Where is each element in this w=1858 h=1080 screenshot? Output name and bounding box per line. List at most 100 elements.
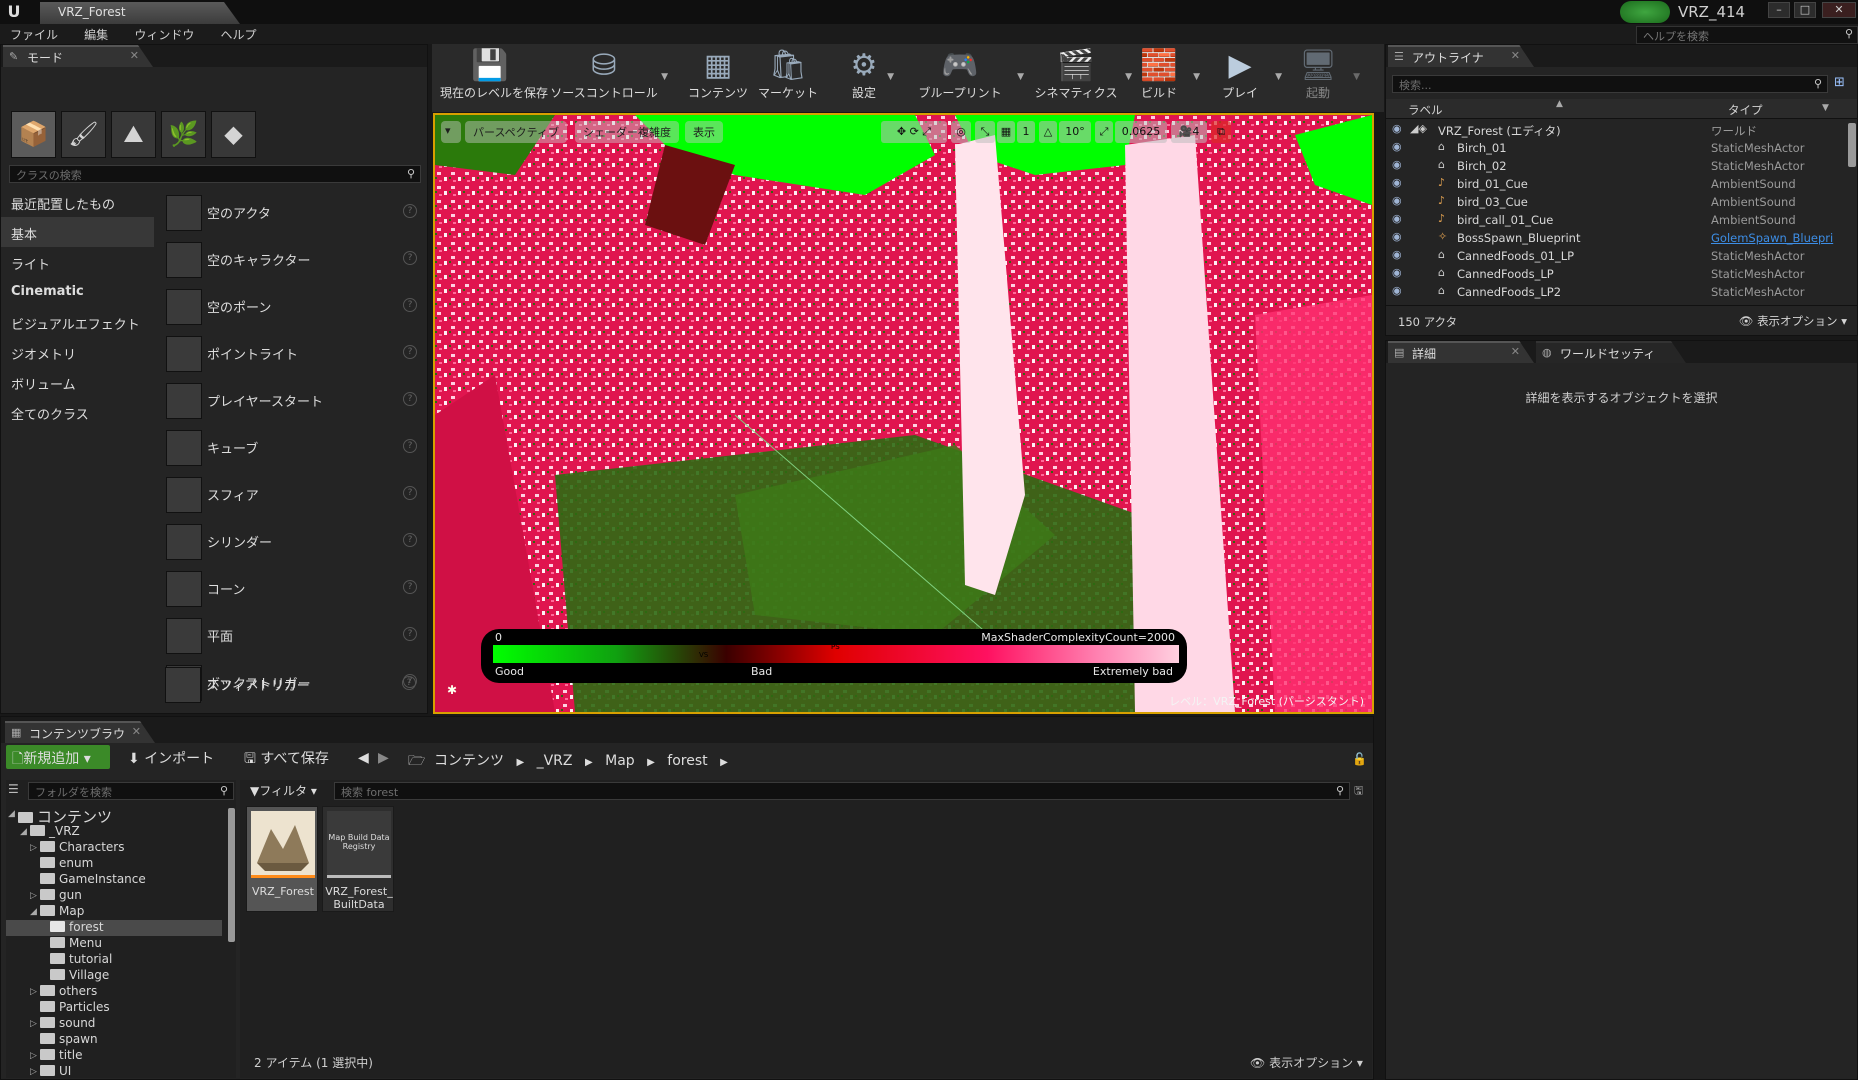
close-window-button[interactable]: ✕	[1822, 2, 1856, 18]
viewport-options-menu[interactable]: ▾	[441, 121, 461, 143]
eye-icon[interactable]: ◉	[1392, 194, 1402, 207]
outliner-row[interactable]: ◉ ♪ bird_01_Cue AmbientSound	[1386, 175, 1846, 193]
maximize-button[interactable]: □	[1794, 2, 1816, 18]
column-label[interactable]: ラベル	[1408, 102, 1443, 118]
help-icon[interactable]: ?	[403, 204, 417, 218]
lock-icon[interactable]: 🔓	[1352, 752, 1367, 766]
help-icon[interactable]: ?	[403, 580, 417, 594]
close-icon[interactable]: ✕	[130, 49, 139, 62]
collapsed-arrow-icon[interactable]: ▷	[30, 891, 37, 901]
scale-snap-value[interactable]: 0.0625	[1115, 121, 1167, 143]
world-local-icon[interactable]: ◎	[951, 121, 971, 143]
source-control-status-icon[interactable]	[1620, 1, 1670, 23]
outliner-row[interactable]: ◉ ⌂ Birch_01 StaticMeshActor	[1386, 139, 1846, 157]
column-type[interactable]: タイプ	[1728, 102, 1763, 118]
source-control-button[interactable]: ⛁ ソースコントロール ▼	[548, 46, 668, 110]
asset-tile-selected[interactable]: VRZ_Forest	[246, 806, 318, 912]
chevron-down-icon[interactable]: ▼	[661, 72, 668, 82]
outliner-search-input[interactable]: 検索... ⚲	[1392, 75, 1828, 93]
cb-view-options-button[interactable]: 👁 表示オプション ▾	[1250, 1054, 1363, 1071]
scale-snap-icon[interactable]: ⤢	[1095, 121, 1113, 143]
breadcrumb-item[interactable]: コンテンツ	[434, 753, 504, 769]
import-button[interactable]: ⬇ インポート	[124, 745, 224, 769]
place-item-point-light[interactable]: ポイントライト?	[161, 331, 427, 377]
help-icon[interactable]: ?	[403, 486, 417, 500]
settings-button[interactable]: ⚙ 設定 ▼	[840, 46, 894, 110]
save-level-button[interactable]: 💾 現在のレベルを保存	[440, 46, 548, 110]
tree-item[interactable]: tutorial	[50, 952, 112, 968]
breadcrumb-item[interactable]: forest	[667, 753, 707, 769]
asset-tile[interactable]: Map Build Data Registry VRZ_Forest_Built…	[322, 806, 394, 912]
eye-icon[interactable]: ◉	[1392, 248, 1402, 261]
eye-icon[interactable]: ◉	[1392, 122, 1402, 135]
paint-mode-icon[interactable]: 🖌	[61, 111, 106, 158]
breadcrumb-item[interactable]: Map	[605, 753, 635, 769]
content-button[interactable]: ▦ コンテンツ	[686, 46, 750, 110]
perspective-menu[interactable]: パースペクティブ	[465, 121, 568, 143]
collapsed-arrow-icon[interactable]: ▷	[30, 987, 37, 997]
tree-item[interactable]: Village	[50, 968, 109, 984]
tab-world-settings[interactable]: ◍ ワールドセッティン	[1536, 341, 1686, 363]
collapsed-arrow-icon[interactable]: ▷	[30, 1067, 37, 1076]
tab-details[interactable]: ▤ 詳細 ✕	[1388, 341, 1534, 363]
tab-content-browser[interactable]: ▦ コンテンツブラウザ ✕	[5, 721, 155, 743]
category-volumes[interactable]: ボリューム	[1, 367, 154, 397]
class-search-input[interactable]: クラスの検索 ⚲	[9, 165, 421, 183]
tree-item[interactable]: ▷ others	[30, 984, 97, 1000]
category-visual-effects[interactable]: ビジュアルエフェクト	[1, 307, 154, 337]
outliner-row[interactable]: ◉ ⌂ CannedFoods_01_LP StaticMeshActor	[1386, 247, 1846, 265]
view-options-button[interactable]: 👁 表示オプション ▾	[1739, 313, 1847, 329]
row-type-link[interactable]: GolemSpawn_Bluepri	[1711, 231, 1833, 245]
place-item-plane[interactable]: 平面?	[161, 613, 427, 659]
menu-window[interactable]: ウィンドウ	[124, 24, 194, 43]
expand-arrow-icon[interactable]: ◢	[20, 827, 27, 837]
chevron-down-icon[interactable]: ▼	[1353, 72, 1360, 82]
expand-arrow-icon[interactable]: ◢	[8, 809, 15, 819]
tree-item[interactable]: ◢ Map	[30, 904, 84, 920]
build-button[interactable]: 🧱 ビルド ▼	[1132, 46, 1200, 110]
eye-icon[interactable]: ◉	[1392, 266, 1402, 279]
help-icon[interactable]: ?	[403, 439, 417, 453]
view-mode-menu[interactable]: シェーダー複雑度	[575, 121, 679, 143]
cinematics-button[interactable]: 🎬 シネマティクス ▼	[1026, 46, 1132, 110]
folder-tree-scrollbar[interactable]	[228, 808, 235, 942]
close-icon[interactable]: ✕	[1511, 345, 1520, 358]
outliner-row[interactable]: ◉ ⌂ Birch_02 StaticMeshActor	[1386, 157, 1846, 175]
place-item-empty-character[interactable]: 空のキャラクター?	[161, 237, 427, 283]
category-all-classes[interactable]: 全てのクラス	[1, 397, 154, 427]
collapsed-arrow-icon[interactable]: ▷	[30, 1019, 37, 1029]
tab-modes[interactable]: ✎ モード ✕	[3, 45, 153, 67]
help-icon[interactable]: ?	[402, 676, 416, 690]
filters-button[interactable]: ▼フィルタ ▾	[250, 782, 317, 799]
place-item-cone[interactable]: コーン?	[161, 566, 427, 612]
tree-item[interactable]: ▷ gun	[30, 888, 82, 904]
menu-help[interactable]: ヘルプ	[210, 24, 256, 43]
add-new-button[interactable]: 🗋新規追加 ▾	[6, 745, 110, 769]
foliage-mode-icon[interactable]: 🌿	[161, 111, 206, 158]
help-icon[interactable]: ?	[403, 251, 417, 265]
tree-item[interactable]: ▷ Characters	[30, 840, 125, 856]
category-recent[interactable]: 最近配置したもの	[1, 187, 154, 217]
help-icon[interactable]: ?	[403, 298, 417, 312]
category-lights[interactable]: ライト	[1, 247, 154, 277]
eye-icon[interactable]: ◉	[1392, 230, 1402, 243]
menu-file[interactable]: ファイル	[0, 24, 58, 43]
help-icon[interactable]: ?	[403, 533, 417, 547]
help-search-input[interactable]: ヘルプを検索 ⚲	[1636, 26, 1858, 44]
minimize-button[interactable]: –	[1768, 2, 1790, 18]
show-menu[interactable]: 表示	[685, 121, 723, 143]
place-item-sphere[interactable]: スフィア?	[161, 472, 427, 518]
tree-item[interactable]: Particles	[40, 1000, 110, 1016]
eye-icon[interactable]: ◉	[1392, 158, 1402, 171]
play-button[interactable]: ▶ プレイ ▼	[1212, 46, 1282, 110]
category-cinematic[interactable]: Cinematic	[1, 277, 154, 307]
breadcrumb-separator-icon[interactable]: ▶	[516, 757, 524, 768]
save-search-icon[interactable]: 🖫	[1354, 782, 1363, 801]
history-forward-icon[interactable]: ▶	[378, 750, 389, 766]
help-icon[interactable]: ?	[403, 392, 417, 406]
outliner-row[interactable]: ◉ ♪ bird_call_01_Cue AmbientSound	[1386, 211, 1846, 229]
close-icon[interactable]: ✕	[1511, 49, 1520, 62]
outliner-row[interactable]: ◉ ✧ BossSpawn_Blueprint GolemSpawn_Bluepri	[1386, 229, 1846, 247]
folder-search-input[interactable]: フォルダを検索 ⚲	[28, 782, 234, 800]
place-item-sphere-trigger-visible[interactable]: スフィアトリガー?	[160, 662, 426, 708]
